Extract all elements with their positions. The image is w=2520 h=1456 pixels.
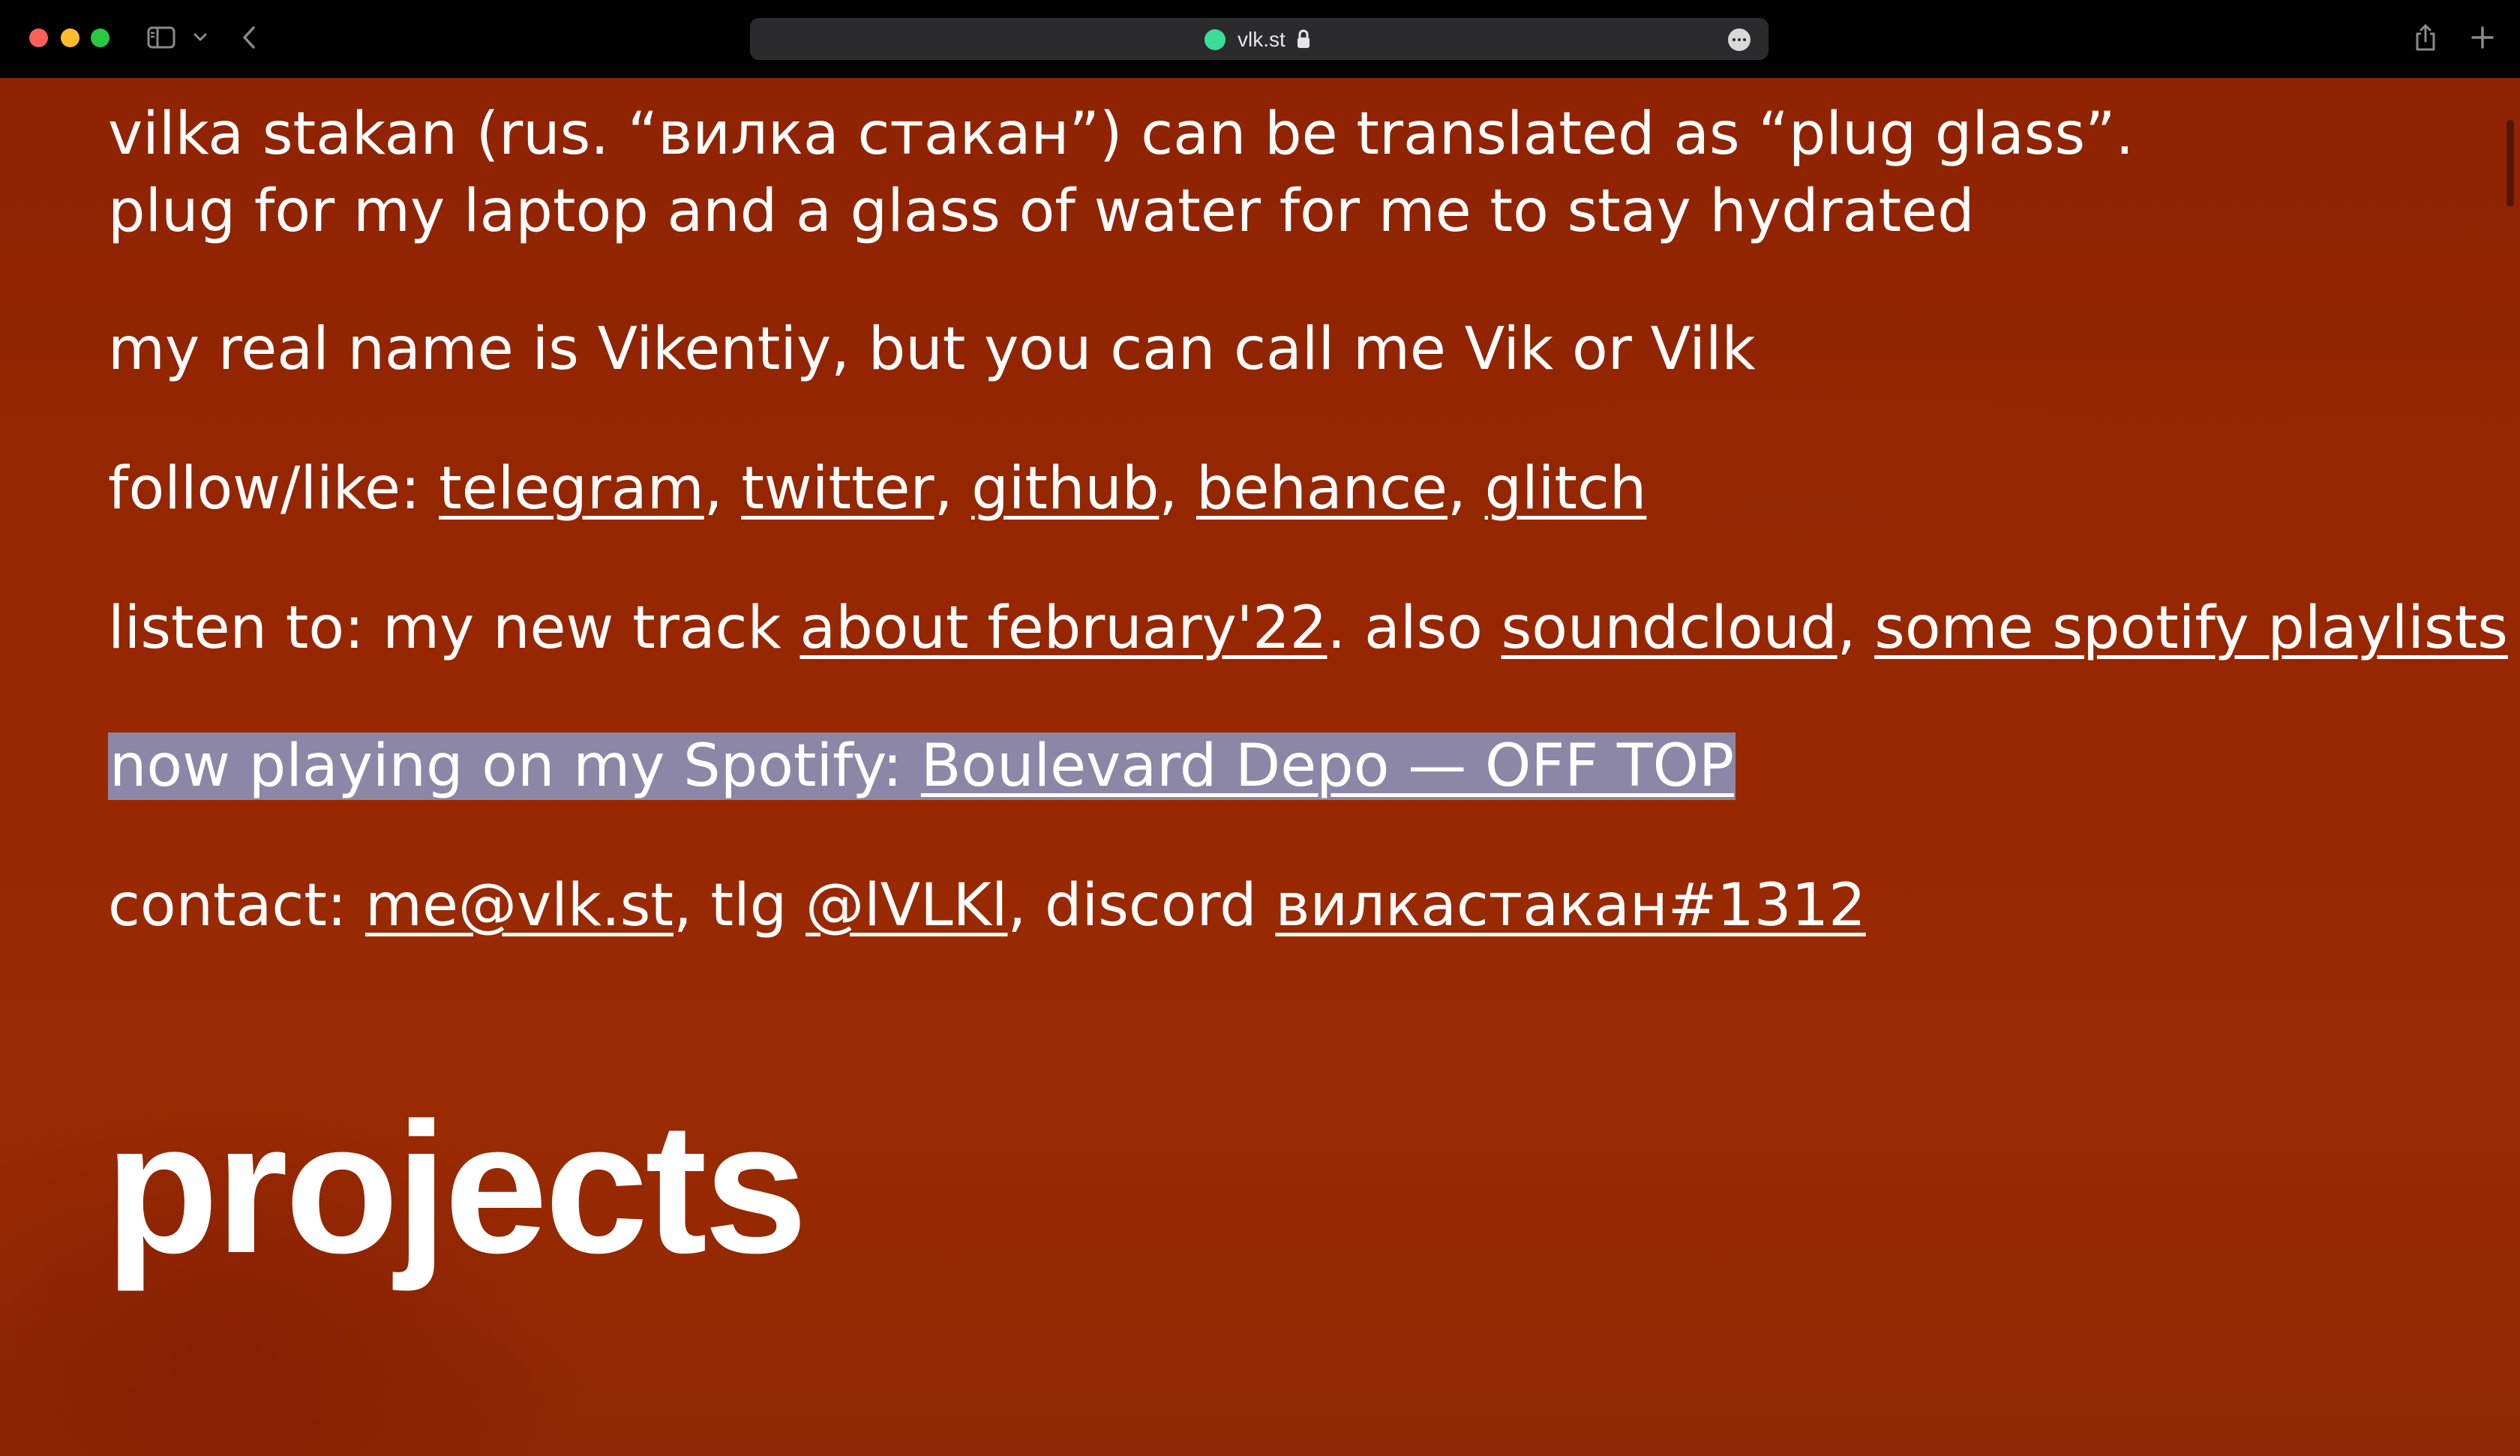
- plus-icon[interactable]: [2466, 21, 2499, 54]
- more-icon[interactable]: [1728, 28, 1750, 51]
- separator: ,: [704, 455, 742, 523]
- browser-window: vlk.st vilka stakan (rus. “вилка стакан”…: [0, 0, 2520, 1456]
- telegram-handle-link[interactable]: @lVLKl: [806, 872, 1007, 939]
- listen-prefix: listen to: my new track: [108, 595, 800, 662]
- now-playing-track-link[interactable]: Boulevard Depo — OFF TOP: [921, 732, 1734, 800]
- intro-line-2: plug for my laptop and a glass of water …: [108, 178, 1975, 245]
- close-window-button[interactable]: [29, 28, 48, 47]
- follow-line: follow/like: telegram, twitter, github, …: [108, 451, 1646, 526]
- url-text: vlk.st: [1238, 28, 1286, 51]
- zoom-window-button[interactable]: [91, 28, 110, 47]
- email-link[interactable]: me@vlk.st: [365, 872, 674, 939]
- telegram-link[interactable]: telegram: [439, 455, 704, 523]
- behance-link[interactable]: behance: [1196, 455, 1448, 523]
- track-link[interactable]: about february'22: [800, 595, 1327, 662]
- now-playing-prefix: now playing on my Spotify:: [110, 732, 921, 800]
- address-bar[interactable]: vlk.st: [750, 18, 1768, 60]
- separator: ,: [934, 455, 972, 523]
- discord-link[interactable]: вилкастакан#1312: [1275, 872, 1865, 939]
- chevron-down-icon[interactable]: [189, 21, 212, 54]
- projects-heading: projects: [105, 1083, 808, 1292]
- tlg-text: , tlg: [673, 872, 806, 939]
- soundcloud-link[interactable]: soundcloud: [1502, 595, 1838, 662]
- browser-toolbar: vlk.st: [0, 0, 2520, 78]
- contact-line: contact: me@vlk.st, tlg @lVLKl, discord …: [108, 868, 1866, 943]
- page-content: vilka stakan (rus. “вилка стакан”) can b…: [0, 78, 2520, 1456]
- lock-icon: [1296, 28, 1311, 53]
- share-icon[interactable]: [2409, 21, 2442, 54]
- listen-line: listen to: my new track about february'2…: [108, 591, 2508, 666]
- separator: ,: [1447, 455, 1485, 523]
- minimize-window-button[interactable]: [61, 28, 80, 47]
- scrollbar[interactable]: [2506, 120, 2514, 207]
- site-favicon: [1204, 29, 1226, 50]
- now-playing-selection: now playing on my Spotify: Boulevard Dep…: [108, 732, 1736, 800]
- sidebar-icon[interactable]: [142, 21, 180, 54]
- glitch-link[interactable]: glitch: [1485, 455, 1647, 523]
- separator: ,: [1837, 595, 1875, 662]
- discord-text: , discord: [1007, 872, 1276, 939]
- contact-prefix: contact:: [108, 872, 365, 939]
- follow-prefix: follow/like:: [108, 455, 440, 523]
- listen-middle: . also: [1327, 595, 1502, 662]
- intro-line-1: vilka stakan (rus. “вилка стакан”) can b…: [108, 100, 2134, 168]
- spotify-playlists-link[interactable]: some spotify playlists: [1874, 595, 2508, 662]
- now-playing-line: now playing on my Spotify: Boulevard Dep…: [108, 729, 1736, 804]
- back-icon[interactable]: [234, 21, 264, 54]
- twitter-link[interactable]: twitter: [741, 455, 934, 523]
- separator: ,: [1159, 455, 1196, 523]
- name-line: my real name is Vikentiy, but you can ca…: [108, 316, 1756, 383]
- github-link[interactable]: github: [971, 455, 1159, 523]
